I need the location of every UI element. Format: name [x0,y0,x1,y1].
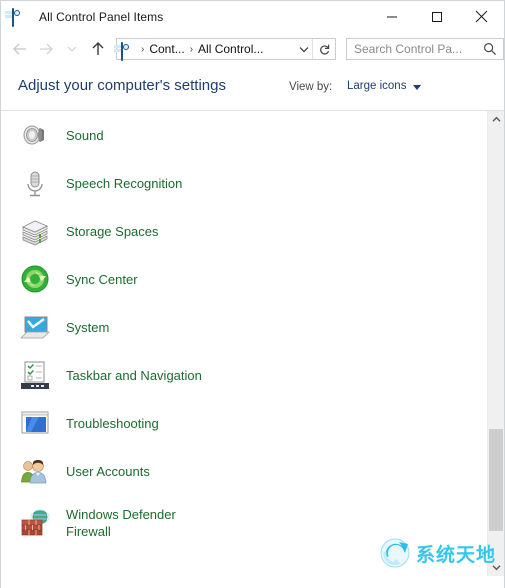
list-item[interactable]: Troubleshooting [1,399,487,447]
navigation-bar: › Cont... › All Control... Search Contro… [1,32,504,66]
speaker-icon [19,119,51,151]
address-bar[interactable]: › Cont... › All Control... [116,38,336,61]
control-panel-window: All Control Panel Items › Cont... › All … [0,0,505,588]
view-by-value[interactable]: Large icons [347,80,406,92]
breadcrumb-item-control-panel[interactable]: Cont... [149,42,184,56]
list-item[interactable]: Taskbar and Navigation [1,351,487,399]
microphone-icon [19,167,51,199]
breadcrumb-item-all-control-panel-items[interactable]: All Control... [198,42,263,56]
title-bar: All Control Panel Items [1,1,504,32]
list-item[interactable]: Sound [1,111,487,159]
control-panel-icon [12,7,30,27]
computer-check-icon [19,311,51,343]
firewall-brick-globe-icon [19,507,51,539]
maximize-button[interactable] [414,1,459,32]
watermark: 系统天地 [378,536,496,570]
refresh-icon[interactable] [312,39,335,59]
back-arrow-icon[interactable] [7,36,33,62]
page-title: Adjust your computer's settings [18,77,226,94]
chevron-down-icon[interactable] [295,39,313,59]
user-accounts-icon [19,455,51,487]
window-title: All Control Panel Items [39,9,164,24]
watermark-text: 系统天地 [415,543,496,566]
breadcrumb-separator: › [189,43,194,55]
control-panel-items-list: Sound Speech Recognition Storage Spaces … [1,111,487,551]
list-item-label[interactable]: User Accounts [66,463,150,480]
up-arrow-icon[interactable] [85,36,111,62]
list-item-label[interactable]: Windows Defender Firewall [66,506,176,540]
chevron-down-icon[interactable] [413,85,421,90]
list-item-label[interactable]: Sync Center [66,271,138,288]
list-item[interactable]: System [1,303,487,351]
vertical-scrollbar[interactable] [487,111,504,576]
list-item-label[interactable]: Speech Recognition [66,175,182,192]
list-item[interactable]: Speech Recognition [1,159,487,207]
disk-stack-icon [19,215,51,247]
search-icon[interactable] [483,42,497,61]
monitor-wrench-icon [19,407,51,439]
items-list-area: Sound Speech Recognition Storage Spaces … [1,110,504,576]
list-item-label[interactable]: Sound [66,127,104,144]
list-item-label[interactable]: Troubleshooting [66,415,159,432]
list-item[interactable]: Sync Center [1,255,487,303]
scroll-thumb[interactable] [489,429,503,531]
content-header: Adjust your computer's settings View by:… [1,66,504,110]
list-item-label[interactable]: System [66,319,109,336]
forward-arrow-icon[interactable] [33,36,59,62]
search-box[interactable]: Search Control Pa... [346,38,504,60]
search-input[interactable]: Search Control Pa... [354,42,462,56]
recent-locations-chevron-down-icon[interactable] [59,36,85,62]
sync-circle-icon [19,263,51,295]
view-by-label: View by: [289,81,333,93]
taskbar-icon [19,359,51,391]
breadcrumb-separator: › [141,43,145,55]
close-button[interactable] [459,1,504,32]
list-item-user-accounts[interactable]: User Accounts [1,447,487,495]
list-item-label[interactable]: Taskbar and Navigation [66,367,202,384]
watermark-logo-icon [378,536,412,570]
list-item-label[interactable]: Storage Spaces [66,223,159,240]
minimize-button[interactable] [369,1,414,32]
list-item[interactable]: Storage Spaces [1,207,487,255]
control-panel-icon [121,41,136,61]
window-controls [369,1,504,32]
scroll-up-arrow-icon[interactable] [488,111,504,128]
